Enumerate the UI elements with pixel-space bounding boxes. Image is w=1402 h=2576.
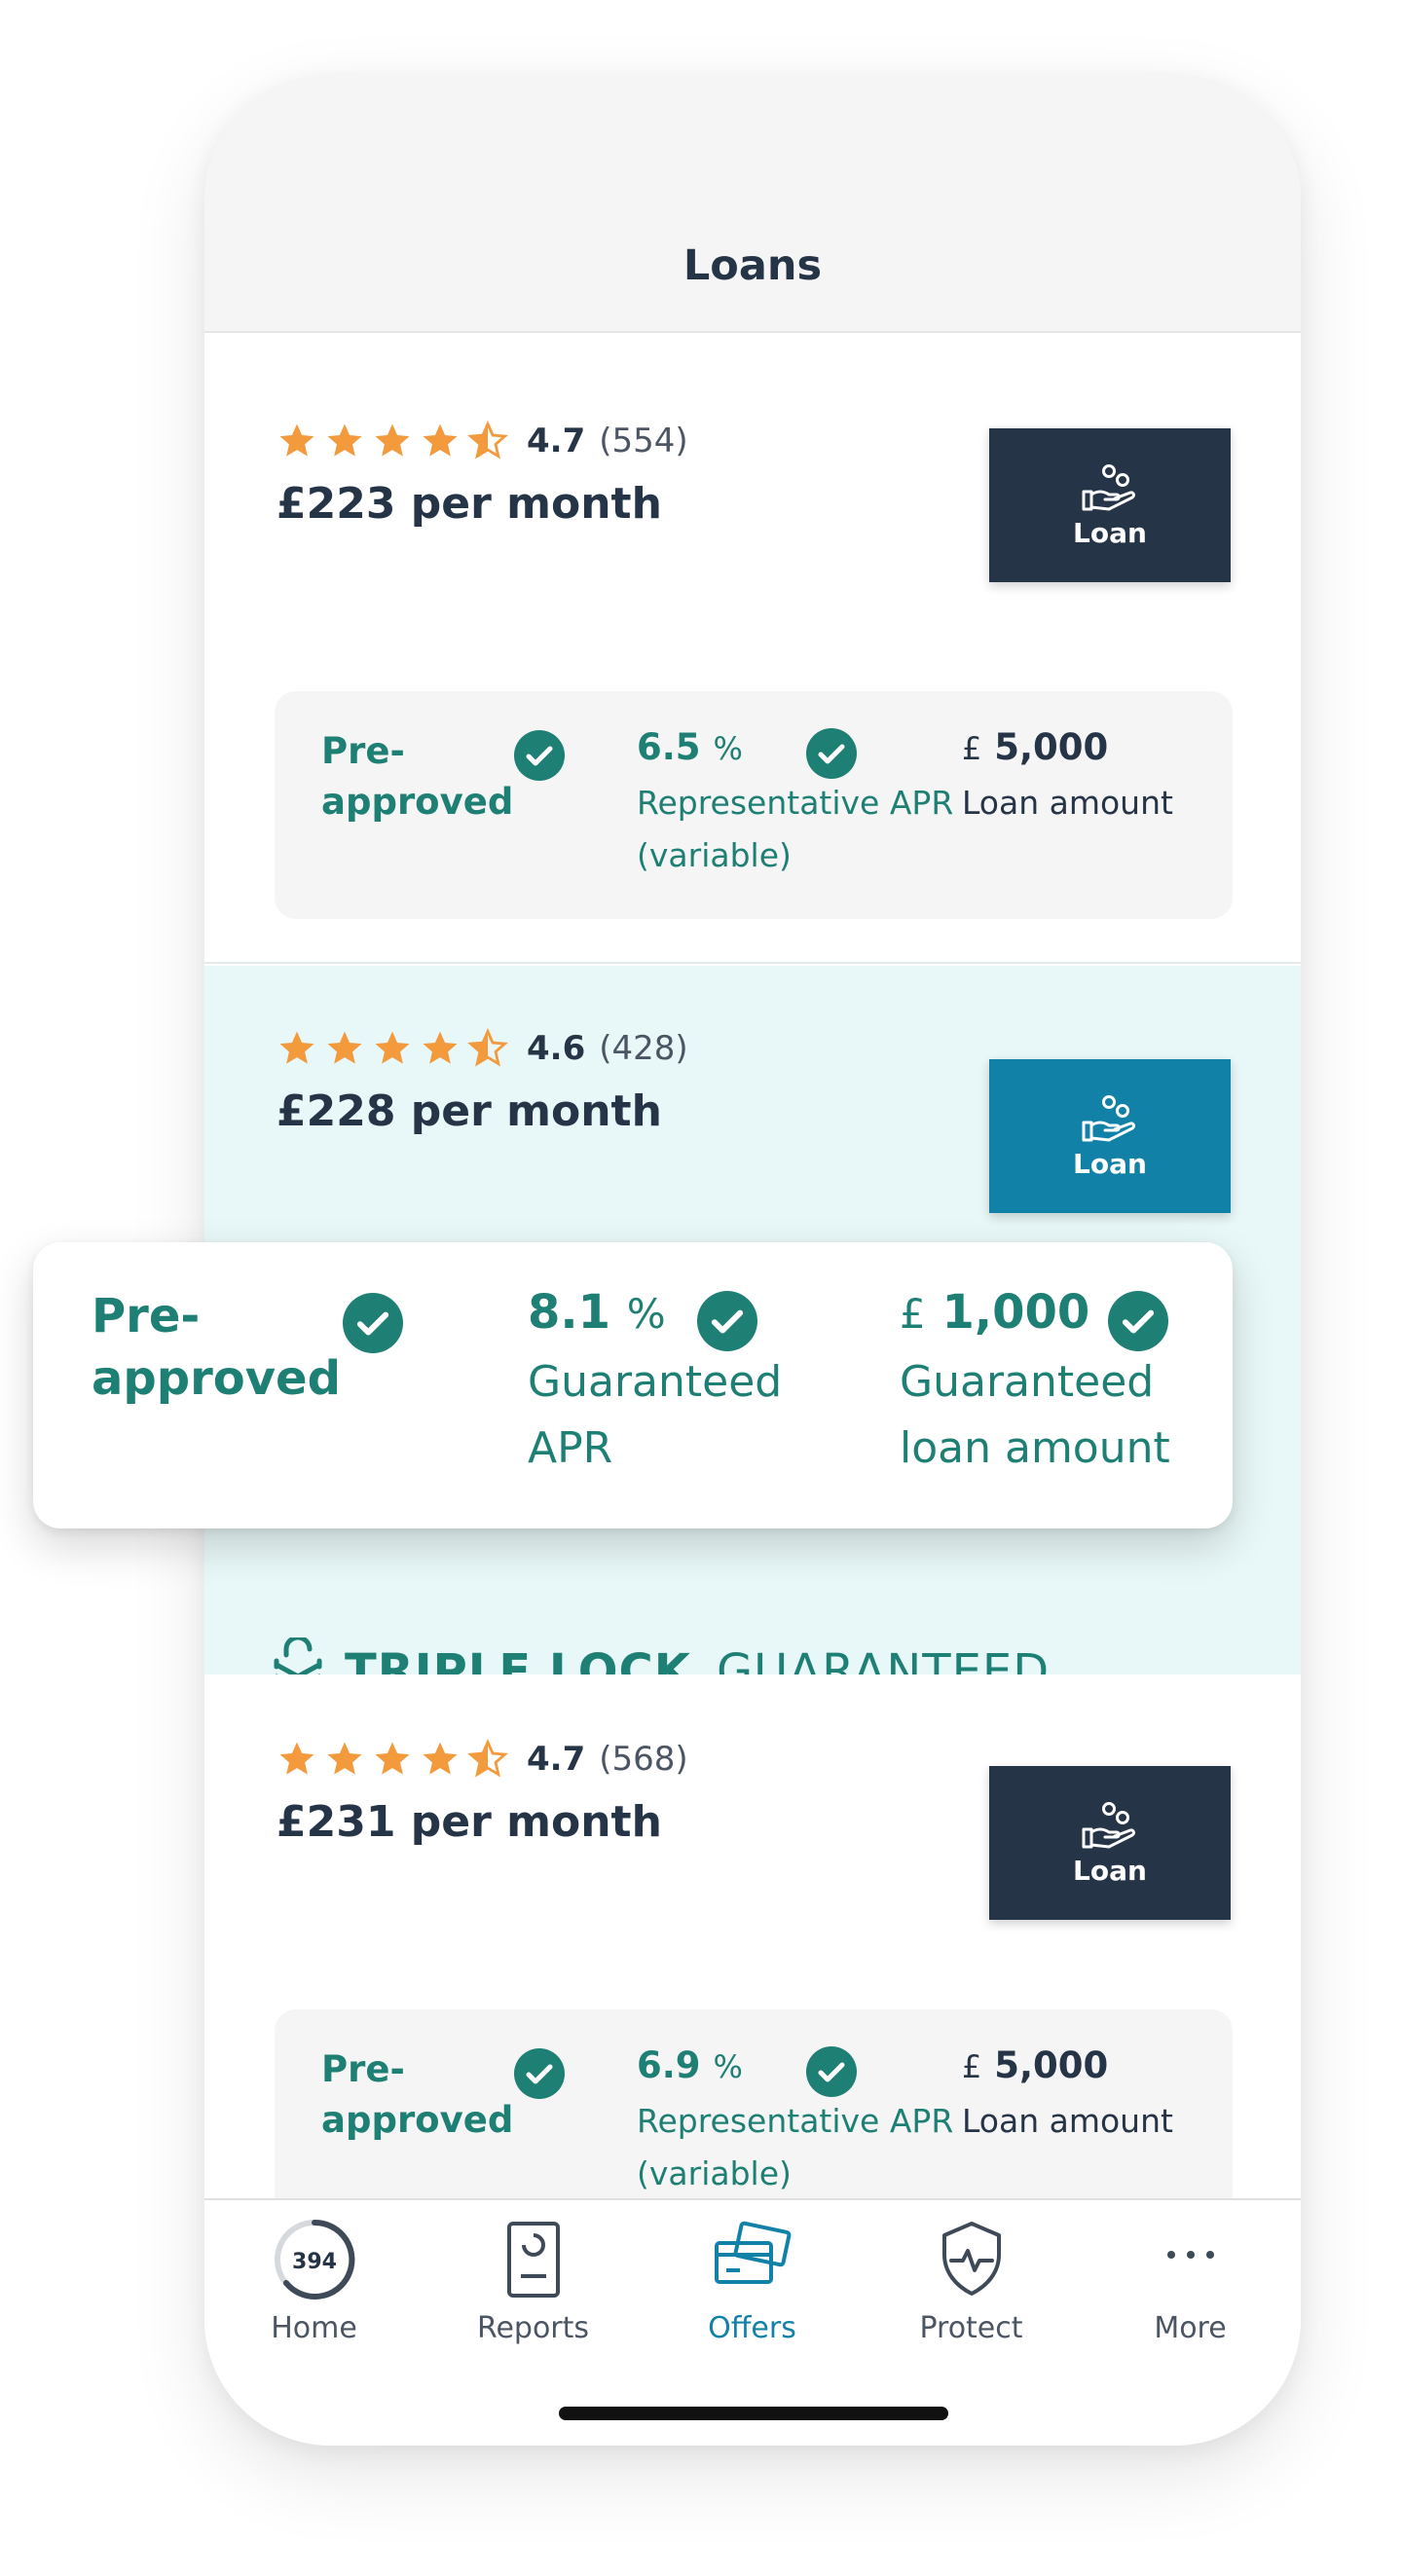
loan-amount-value: £ 5,000 xyxy=(962,2044,1109,2086)
rating-value: 4.7 xyxy=(527,422,586,460)
more-dots-icon xyxy=(1166,2251,1214,2259)
loan-amount-label: Loan amount xyxy=(962,2102,1173,2140)
check-circle-icon xyxy=(806,2046,857,2097)
guaranteed-apr-value: 8.1 % xyxy=(528,1285,666,1340)
monthly-price: £228 per month xyxy=(277,1086,662,1136)
check-circle-icon xyxy=(697,1291,757,1351)
star-icon xyxy=(375,423,410,457)
shield-icon xyxy=(941,2222,1001,2296)
star-rating: 4.7 (554) xyxy=(277,421,688,461)
rating-value: 4.6 xyxy=(527,1029,586,1068)
star-rating: 4.6 (428) xyxy=(277,1028,688,1069)
page-title: Loans xyxy=(683,241,823,290)
star-icon xyxy=(327,1742,362,1775)
star-icon xyxy=(423,1031,458,1064)
pre-approved-label: Pre-approved xyxy=(321,730,514,823)
check-circle-icon xyxy=(514,730,565,781)
check-circle-icon xyxy=(343,1293,403,1353)
check-circle-icon xyxy=(806,728,857,779)
report-icon xyxy=(506,2222,560,2298)
check-circle-icon xyxy=(514,2048,565,2099)
check-circle-icon xyxy=(1108,1291,1168,1351)
monthly-price: £231 per month xyxy=(277,1797,662,1847)
star-icon xyxy=(279,1031,314,1064)
loan-button[interactable]: Loan xyxy=(989,1766,1231,1920)
star-icon xyxy=(327,423,362,457)
monthly-price: £223 per month xyxy=(277,479,662,529)
loan-amount-label: Loan amount xyxy=(962,784,1173,822)
review-count: (568) xyxy=(599,1740,688,1779)
tab-more[interactable]: More xyxy=(1081,2200,1300,2446)
loan-detail-box: Pre-approved 6.5 % Representative APR (v… xyxy=(275,691,1233,919)
hand-coins-icon xyxy=(1082,1094,1135,1141)
loan-button-label: Loan xyxy=(1073,1854,1147,1887)
header: Loans xyxy=(204,74,1301,333)
star-icon xyxy=(423,1742,458,1775)
apr-description: Representative APR (variable) xyxy=(637,784,954,874)
pre-approved-label: Pre-approved xyxy=(321,2048,514,2141)
loan-button-label: Loan xyxy=(1073,516,1147,549)
star-icon xyxy=(327,1031,362,1064)
apr-value: 6.9 % xyxy=(637,2044,743,2086)
guaranteed-amount-label: Guaranteed loan amount xyxy=(900,1357,1170,1473)
tab-label: Reports xyxy=(476,2311,590,2345)
star-half-icon xyxy=(467,1028,508,1067)
tab-label: Offers xyxy=(708,2311,796,2345)
rating-value: 4.7 xyxy=(527,1740,586,1779)
tab-label: Home xyxy=(271,2311,357,2345)
star-icon xyxy=(375,1742,410,1775)
loan-button[interactable]: Loan xyxy=(989,428,1231,582)
loan-amount-value: £ 5,000 xyxy=(962,726,1109,768)
loan-button-label: Loan xyxy=(1073,1147,1147,1180)
apr-description: Representative APR (variable) xyxy=(637,2102,954,2192)
star-icon xyxy=(375,1031,410,1064)
tab-label: Protect xyxy=(919,2311,1023,2345)
loan-button[interactable]: Loan xyxy=(989,1059,1231,1213)
star-icon xyxy=(279,423,314,457)
hand-coins-icon xyxy=(1082,463,1135,510)
star-icon xyxy=(279,1742,314,1775)
guaranteed-offer-card[interactable]: Pre-approved 8.1 % Guaranteed APR £ 1,00… xyxy=(33,1242,1233,1528)
guaranteed-amount-value: £ 1,000 xyxy=(900,1285,1090,1340)
review-count: (428) xyxy=(599,1029,688,1068)
tab-home[interactable]: 394 Home xyxy=(204,2200,424,2446)
pre-approved-label: Pre-approved xyxy=(92,1289,341,1406)
credit-score-value: 394 xyxy=(292,2250,337,2274)
home-indicator xyxy=(559,2407,948,2420)
apr-value: 6.5 % xyxy=(637,726,743,768)
score-gauge-icon: 394 xyxy=(274,2219,354,2300)
loan-card[interactable]: 4.7 (554) £223 per month Loan Pre-approv… xyxy=(204,335,1301,964)
star-icon xyxy=(423,423,458,457)
tab-label: More xyxy=(1154,2311,1227,2345)
star-rating: 4.7 (568) xyxy=(277,1739,688,1780)
star-half-icon xyxy=(467,1739,508,1778)
cards-icon xyxy=(714,2221,791,2284)
hand-coins-icon xyxy=(1082,1801,1135,1848)
guaranteed-apr-label: Guaranteed APR xyxy=(528,1357,783,1473)
review-count: (554) xyxy=(599,422,688,460)
star-half-icon xyxy=(467,421,508,460)
